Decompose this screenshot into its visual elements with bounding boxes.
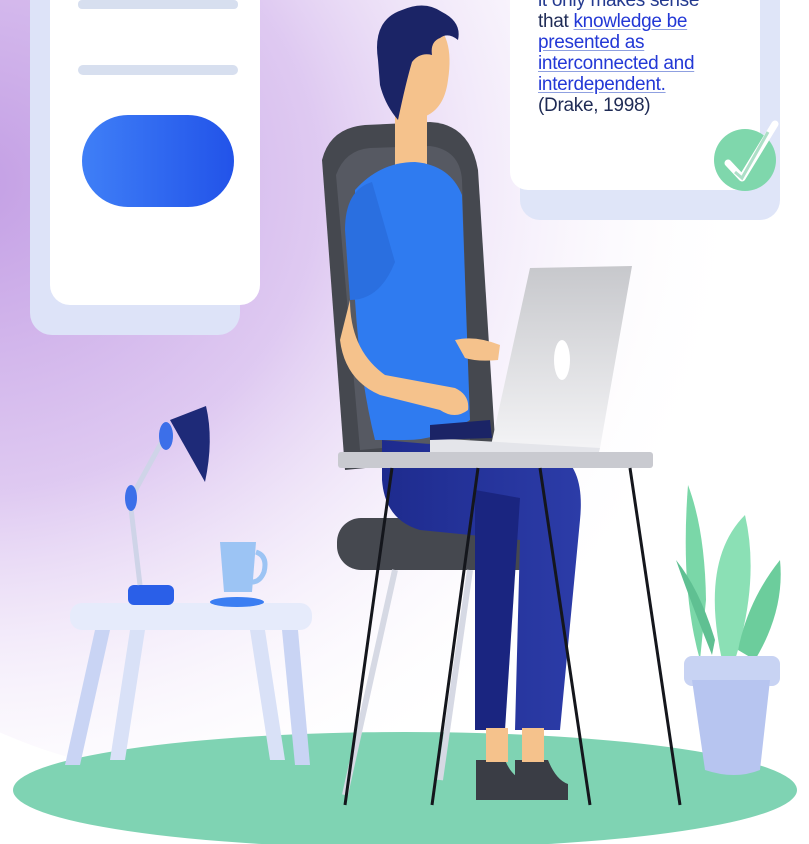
quote-line-2-highlight: knowledge be bbox=[573, 11, 688, 32]
quote-line-2-prefix: that bbox=[538, 11, 574, 32]
card-button-shape bbox=[82, 115, 234, 207]
quote-text: it only makes sense that knowledge be pr… bbox=[538, 0, 768, 116]
quote-line-5: interdependent. bbox=[538, 74, 666, 95]
quote-line-4: interconnected and bbox=[538, 53, 695, 74]
left-card bbox=[30, 0, 260, 335]
quote-line-2: that knowledge be bbox=[538, 11, 768, 32]
illustration bbox=[0, 0, 809, 844]
floor-ellipse bbox=[13, 732, 797, 844]
quote-citation: (Drake, 1998) bbox=[538, 95, 651, 116]
quote-line-1: it only makes sense bbox=[538, 0, 700, 11]
quote-line-3: presented as bbox=[538, 32, 645, 53]
